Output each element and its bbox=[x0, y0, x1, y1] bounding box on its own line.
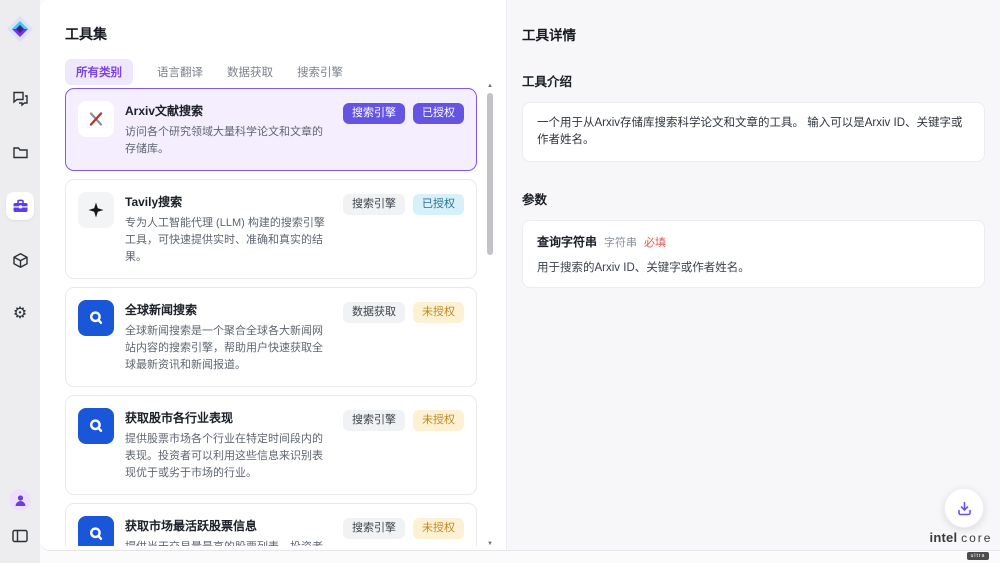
gear-icon: ⚙ bbox=[13, 306, 27, 322]
tool-detail-panel: 工具详情 工具介绍 一个用于从Arxiv存储库搜索科学论文和文章的工具。 输入可… bbox=[506, 0, 1000, 551]
rail-nav: ⚙ bbox=[6, 84, 34, 328]
tool-description: 提供当天交易量最高的股票列表，投资者可以利用这些信息来识别流动性强的股票和潜在的… bbox=[125, 539, 332, 546]
app-window: 工具集 所有类别 语言翻译 数据获取 搜索引擎 Arxiv文献搜索 访问各个研究… bbox=[40, 0, 1000, 551]
sidebar-item-tools[interactable] bbox=[6, 192, 34, 220]
category-badge: 搜索引擎 bbox=[343, 194, 405, 215]
scroll-up-arrow-icon[interactable]: ▲ bbox=[486, 82, 494, 90]
tab-search-engine[interactable]: 搜索引擎 bbox=[297, 59, 343, 85]
sparkle-icon bbox=[78, 192, 114, 228]
tool-name: Tavily搜索 bbox=[125, 193, 332, 210]
param-name: 查询字符串 bbox=[537, 233, 597, 250]
category-tabs: 所有类别 语言翻译 数据获取 搜索引擎 bbox=[65, 59, 343, 85]
auth-status-badge: 已授权 bbox=[413, 194, 464, 215]
intro-text: 一个用于从Arxiv存储库搜索科学论文和文章的工具。 输入可以是Arxiv ID… bbox=[537, 115, 970, 149]
scroll-down-arrow-icon[interactable]: ▼ bbox=[486, 540, 494, 548]
sidebar-item-files[interactable] bbox=[6, 138, 34, 166]
sidebar-item-settings[interactable]: ⚙ bbox=[6, 300, 34, 328]
tool-card-most-active-stocks[interactable]: 获取市场最活跃股票信息 提供当天交易量最高的股票列表，投资者可以利用这些信息来识… bbox=[65, 503, 477, 546]
tool-name: 获取市场最活跃股票信息 bbox=[125, 517, 332, 534]
download-button[interactable] bbox=[944, 488, 984, 528]
rail-bottom bbox=[9, 489, 31, 563]
tool-name: Arxiv文献搜索 bbox=[125, 102, 332, 119]
search-tile-icon bbox=[78, 516, 114, 546]
chat-icon bbox=[12, 90, 29, 107]
param-required-label: 必填 bbox=[644, 234, 666, 250]
page-title: 工具集 bbox=[65, 24, 107, 44]
intro-card: 一个用于从Arxiv存储库搜索科学论文和文章的工具。 输入可以是Arxiv ID… bbox=[522, 102, 985, 162]
toolbox-icon bbox=[12, 198, 29, 215]
search-tile-icon bbox=[78, 408, 114, 444]
tool-description: 全球新闻搜索是一个聚合全球各大新闻网站内容的搜索引擎，帮助用户快速获取全球最新资… bbox=[125, 323, 332, 374]
tool-description: 专为人工智能代理 (LLM) 构建的搜索引擎工具，可快速提供实时、准确和真实的结… bbox=[125, 215, 332, 266]
param-description: 用于搜索的Arxiv ID、关键字或作者姓名。 bbox=[537, 259, 970, 275]
param-card: 查询字符串 字符串 必填 用于搜索的Arxiv ID、关键字或作者姓名。 bbox=[522, 220, 985, 288]
tab-translation[interactable]: 语言翻译 bbox=[157, 59, 203, 85]
auth-status-badge: 未授权 bbox=[413, 410, 464, 431]
tab-data-fetch[interactable]: 数据获取 bbox=[227, 59, 273, 85]
user-avatar[interactable] bbox=[9, 489, 31, 511]
intel-core-logo: intel core ultra bbox=[922, 530, 1000, 560]
arxiv-icon bbox=[78, 101, 114, 137]
gem-logo-icon bbox=[6, 15, 34, 43]
category-badge: 搜索引擎 bbox=[343, 103, 405, 124]
cube-icon bbox=[12, 252, 29, 269]
tab-all-categories[interactable]: 所有类别 bbox=[65, 59, 133, 85]
tool-description: 访问各个研究领域大量科学论文和文章的存储库。 bbox=[125, 124, 332, 158]
tool-card-arxiv[interactable]: Arxiv文献搜索 访问各个研究领域大量科学论文和文章的存储库。 搜索引擎 已授… bbox=[65, 88, 477, 171]
tool-card-global-news[interactable]: 全球新闻搜索 全球新闻搜索是一个聚合全球各大新闻网站内容的搜索引擎，帮助用户快速… bbox=[65, 287, 477, 387]
category-badge: 数据获取 bbox=[343, 302, 405, 323]
user-avatar-icon bbox=[14, 494, 27, 507]
left-rail: ⚙ bbox=[0, 0, 40, 563]
brand-core: core bbox=[961, 531, 992, 545]
auth-status-badge: 未授权 bbox=[413, 302, 464, 323]
category-badge: 搜索引擎 bbox=[343, 410, 405, 431]
tool-card-tavily[interactable]: Tavily搜索 专为人工智能代理 (LLM) 构建的搜索引擎工具，可快速提供实… bbox=[65, 179, 477, 279]
sidebar-item-chat[interactable] bbox=[6, 84, 34, 112]
list-scrollbar[interactable]: ▲ ▼ bbox=[486, 82, 494, 548]
tool-description: 提供股票市场各个行业在特定时间段内的表现。投资者可以利用这些信息来识别表现优于或… bbox=[125, 431, 332, 482]
collapse-sidebar-button[interactable] bbox=[9, 525, 31, 547]
tool-name: 全球新闻搜索 bbox=[125, 301, 332, 318]
params-heading: 参数 bbox=[522, 189, 985, 208]
window-bottom-strip bbox=[40, 551, 1000, 563]
intro-heading: 工具介绍 bbox=[522, 71, 985, 90]
auth-status-badge: 已授权 bbox=[413, 103, 464, 124]
tool-list: Arxiv文献搜索 访问各个研究领域大量科学论文和文章的存储库。 搜索引擎 已授… bbox=[65, 88, 477, 546]
param-type: 字符串 bbox=[604, 234, 637, 250]
auth-status-badge: 未授权 bbox=[413, 518, 464, 539]
brand-intel: intel bbox=[930, 530, 958, 545]
folder-icon bbox=[12, 144, 29, 161]
tool-card-sector-performance[interactable]: 获取股市各行业表现 提供股票市场各个行业在特定时间段内的表现。投资者可以利用这些… bbox=[65, 395, 477, 495]
brand-ultra-badge: ultra bbox=[967, 552, 990, 560]
tool-list-panel: 工具集 所有类别 语言翻译 数据获取 搜索引擎 Arxiv文献搜索 访问各个研究… bbox=[40, 0, 506, 551]
panel-collapse-icon bbox=[12, 529, 28, 543]
category-badge: 搜索引擎 bbox=[343, 518, 405, 539]
app-logo[interactable] bbox=[5, 14, 35, 44]
detail-title: 工具详情 bbox=[522, 24, 985, 44]
tool-name: 获取股市各行业表现 bbox=[125, 409, 332, 426]
sidebar-item-packages[interactable] bbox=[6, 246, 34, 274]
download-icon bbox=[956, 500, 973, 517]
search-tile-icon bbox=[78, 300, 114, 336]
scrollbar-thumb[interactable] bbox=[487, 93, 493, 255]
